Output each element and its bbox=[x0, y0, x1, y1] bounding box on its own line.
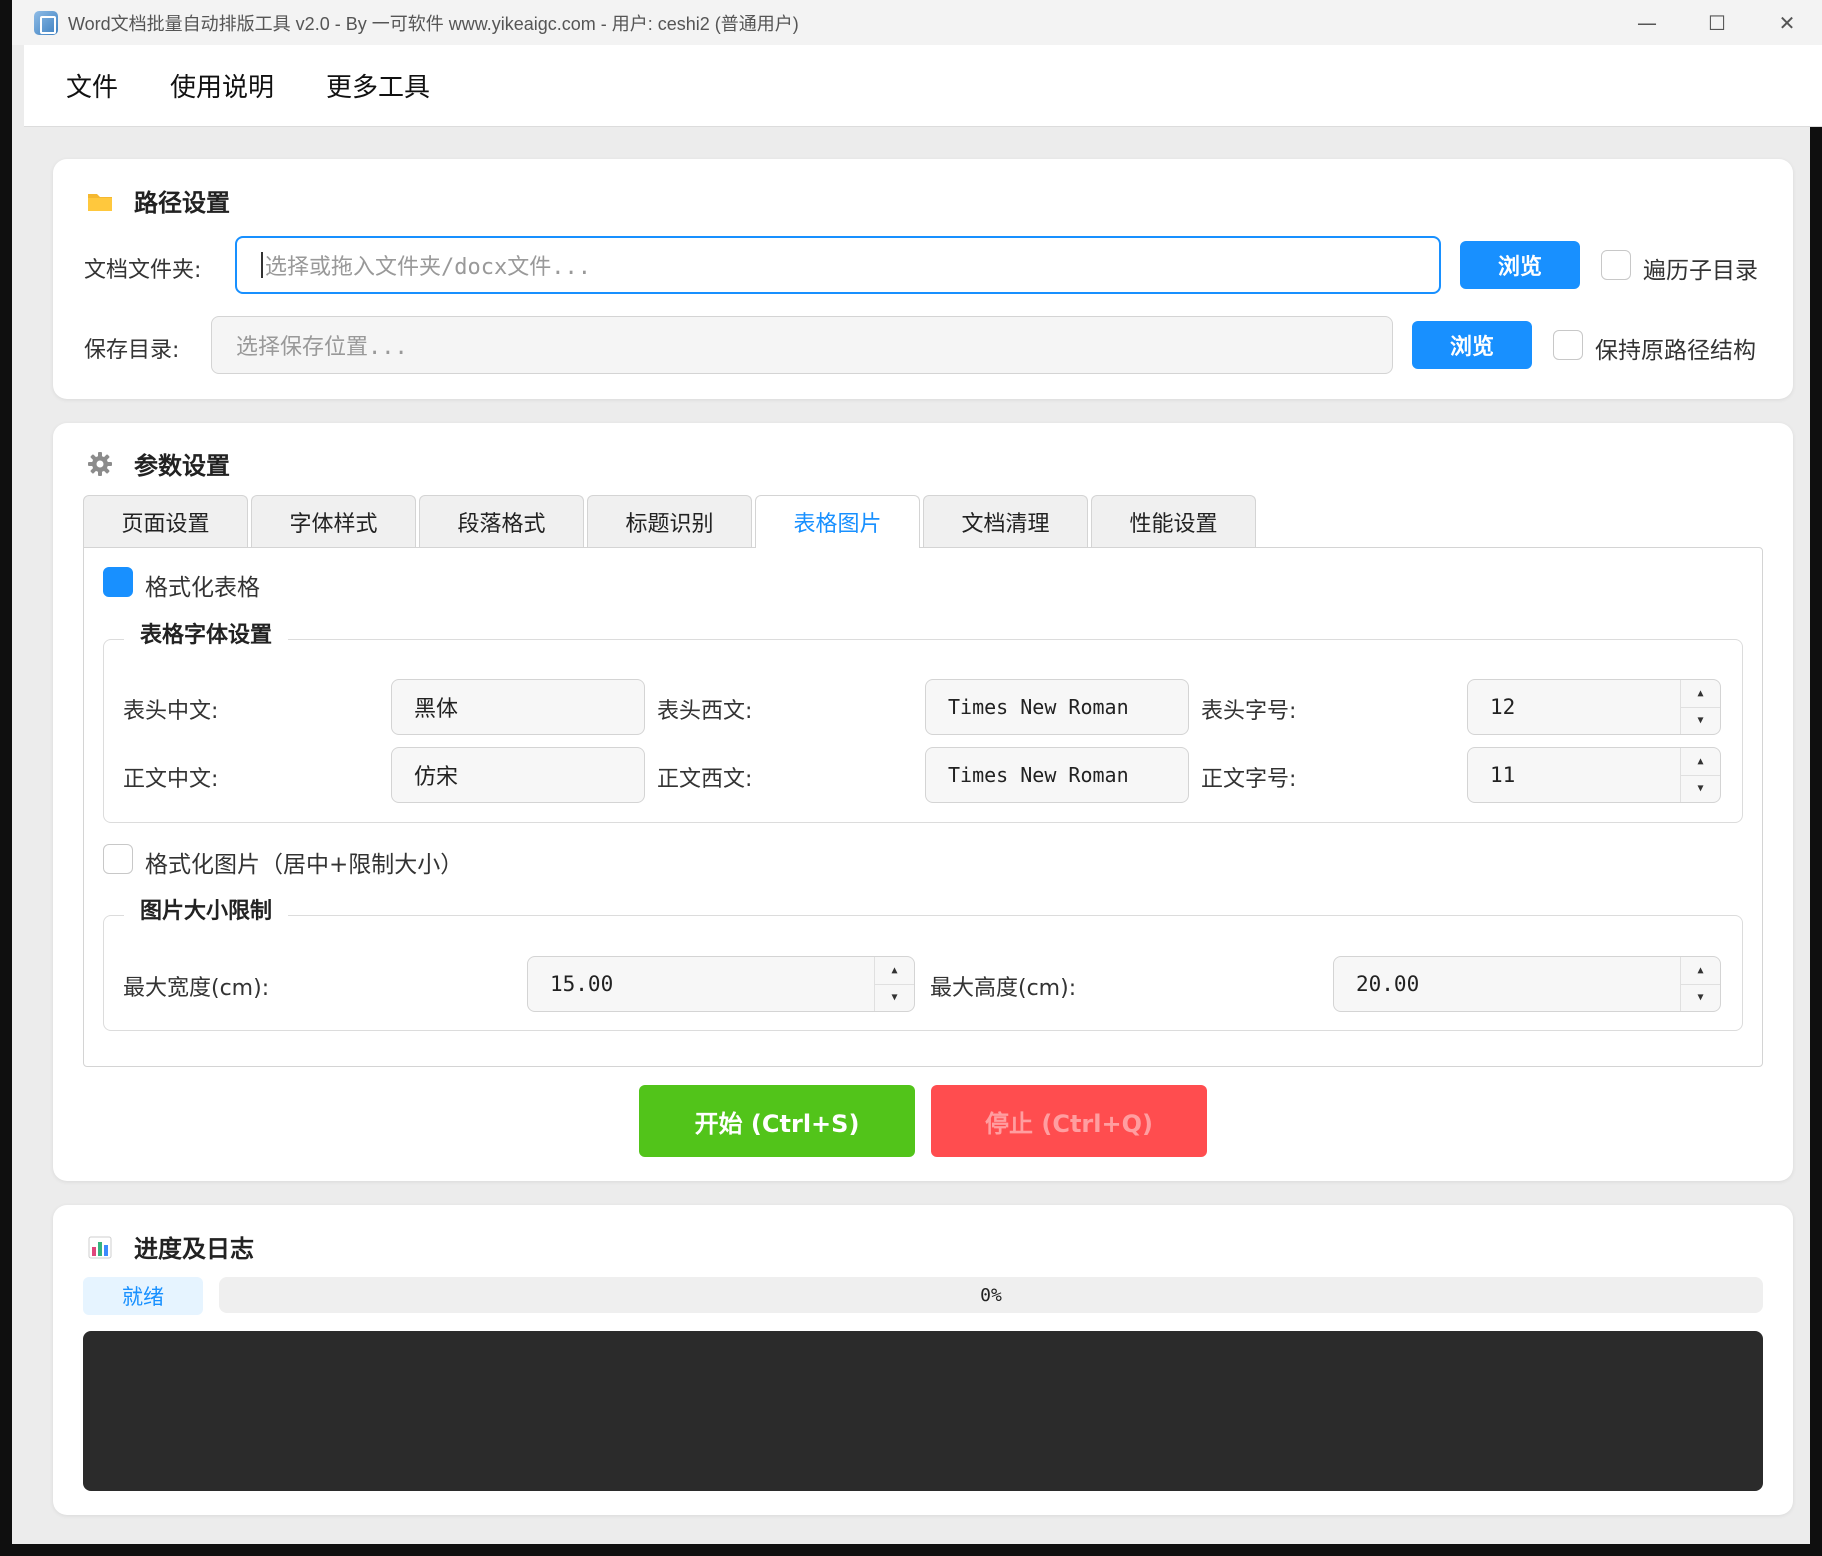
spin-down-icon[interactable]: ▼ bbox=[1681, 776, 1720, 803]
app-window: Word文档批量自动排版工具 v2.0 - By 一可软件 www.yikeai… bbox=[0, 0, 1822, 1556]
spin-buttons: ▲ ▼ bbox=[1680, 748, 1720, 802]
tab-doc-cleanup[interactable]: 文档清理 bbox=[923, 495, 1088, 547]
keep-structure-label: 保持原路径结构 bbox=[1595, 338, 1756, 364]
progress-heading: 进度及日志 bbox=[134, 1235, 254, 1263]
spin-up-icon[interactable]: ▲ bbox=[1681, 748, 1720, 776]
spin-down-icon[interactable]: ▼ bbox=[875, 985, 914, 1012]
body-size-spinbox[interactable]: 11 ▲ ▼ bbox=[1467, 747, 1721, 803]
maximize-button[interactable]: ☐ bbox=[1682, 0, 1752, 45]
header-west-label: 表头西文: bbox=[657, 699, 753, 724]
body-cn-label: 正文中文: bbox=[123, 767, 219, 792]
doc-folder-placeholder: 选择或拖入文件夹/docx文件... bbox=[265, 255, 591, 280]
browse-doc-folder-button[interactable]: 浏览 bbox=[1460, 241, 1580, 289]
tab-table-image[interactable]: 表格图片 bbox=[755, 495, 920, 548]
browse-save-dir-button[interactable]: 浏览 bbox=[1412, 321, 1532, 369]
menu-more-tools[interactable]: 更多工具 bbox=[300, 67, 456, 104]
header-cn-input[interactable]: 黑体 bbox=[391, 679, 645, 735]
spin-up-icon[interactable]: ▲ bbox=[1681, 680, 1720, 708]
header-size-spinbox[interactable]: 12 ▲ ▼ bbox=[1467, 679, 1721, 735]
params-heading: 参数设置 bbox=[134, 452, 230, 480]
max-width-spinbox[interactable]: 15.00 ▲ ▼ bbox=[527, 956, 915, 1012]
body-west-label: 正文西文: bbox=[657, 767, 753, 792]
body-cn-value: 仿宋 bbox=[414, 765, 459, 790]
table-font-group-title: 表格字体设置 bbox=[124, 617, 289, 649]
body-cn-input[interactable]: 仿宋 bbox=[391, 747, 645, 803]
menu-file[interactable]: 文件 bbox=[24, 67, 144, 104]
header-west-input[interactable]: Times New Roman bbox=[925, 679, 1189, 735]
body-west-input[interactable]: Times New Roman bbox=[925, 747, 1189, 803]
bar-chart-icon bbox=[88, 1236, 112, 1258]
spin-buttons: ▲ ▼ bbox=[1680, 957, 1720, 1011]
spin-up-icon[interactable]: ▲ bbox=[1681, 957, 1720, 985]
spin-down-icon[interactable]: ▼ bbox=[1681, 708, 1720, 735]
header-cn-label: 表头中文: bbox=[123, 699, 219, 724]
save-dir-placeholder: 选择保存位置... bbox=[236, 335, 408, 360]
menu-bar: 文件 使用说明 更多工具 bbox=[24, 45, 1822, 127]
spin-buttons: ▲ ▼ bbox=[874, 957, 914, 1011]
menu-help[interactable]: 使用说明 bbox=[144, 67, 300, 104]
minimize-button[interactable]: — bbox=[1612, 0, 1682, 45]
recursive-label: 遍历子目录 bbox=[1643, 258, 1758, 284]
body-size-label: 正文字号: bbox=[1201, 767, 1297, 792]
text-caret bbox=[261, 252, 263, 278]
folder-icon bbox=[88, 193, 112, 211]
header-size-label: 表头字号: bbox=[1201, 699, 1297, 724]
app-icon bbox=[34, 10, 58, 35]
log-output[interactable] bbox=[83, 1331, 1763, 1491]
max-height-value: 20.00 bbox=[1356, 972, 1420, 996]
max-height-spinbox[interactable]: 20.00 ▲ ▼ bbox=[1333, 956, 1721, 1012]
tab-page-setup[interactable]: 页面设置 bbox=[83, 495, 248, 547]
title-bar: Word文档批量自动排版工具 v2.0 - By 一可软件 www.yikeai… bbox=[12, 0, 1822, 45]
tab-heading-detect[interactable]: 标题识别 bbox=[587, 495, 752, 547]
path-settings-heading: 路径设置 bbox=[134, 189, 230, 217]
progress-text: 0% bbox=[980, 1284, 1002, 1306]
stop-button[interactable]: 停止 (Ctrl+Q) bbox=[931, 1085, 1207, 1157]
max-width-label: 最大宽度(cm): bbox=[123, 976, 270, 1001]
max-height-label: 最大高度(cm): bbox=[930, 976, 1077, 1001]
status-badge: 就绪 bbox=[83, 1277, 203, 1315]
progress-bar: 0% bbox=[219, 1277, 1763, 1313]
format-table-label: 格式化表格 bbox=[145, 575, 260, 601]
spin-buttons: ▲ ▼ bbox=[1680, 680, 1720, 734]
path-settings-title: 路径设置 bbox=[86, 183, 230, 218]
format-image-label: 格式化图片（居中+限制大小） bbox=[145, 852, 464, 878]
tab-paragraph[interactable]: 段落格式 bbox=[419, 495, 584, 547]
keep-structure-checkbox[interactable] bbox=[1553, 330, 1583, 360]
body-west-value: Times New Roman bbox=[948, 763, 1129, 787]
doc-folder-label: 文档文件夹: bbox=[84, 258, 202, 283]
window-title: Word文档批量自动排版工具 v2.0 - By 一可软件 www.yikeai… bbox=[68, 13, 799, 34]
recursive-checkbox[interactable] bbox=[1601, 250, 1631, 280]
header-size-value: 12 bbox=[1490, 695, 1516, 719]
start-button[interactable]: 开始 (Ctrl+S) bbox=[639, 1085, 915, 1157]
max-width-value: 15.00 bbox=[550, 972, 614, 996]
header-cn-value: 黑体 bbox=[414, 697, 459, 722]
body-size-value: 11 bbox=[1490, 763, 1516, 787]
gear-icon bbox=[88, 451, 112, 476]
close-button[interactable]: ✕ bbox=[1752, 0, 1822, 45]
tab-performance[interactable]: 性能设置 bbox=[1091, 495, 1256, 547]
save-dir-input[interactable]: 选择保存位置... bbox=[211, 316, 1393, 374]
doc-folder-input[interactable]: 选择或拖入文件夹/docx文件... bbox=[235, 236, 1441, 294]
spin-down-icon[interactable]: ▼ bbox=[1681, 985, 1720, 1012]
progress-title: 进度及日志 bbox=[86, 1229, 254, 1264]
format-image-checkbox[interactable] bbox=[103, 844, 133, 874]
tab-font-style[interactable]: 字体样式 bbox=[251, 495, 416, 547]
header-west-value: Times New Roman bbox=[948, 695, 1129, 719]
spin-up-icon[interactable]: ▲ bbox=[875, 957, 914, 985]
format-table-checkbox[interactable] bbox=[103, 567, 133, 597]
image-size-group-title: 图片大小限制 bbox=[124, 893, 289, 925]
save-dir-label: 保存目录: bbox=[84, 338, 180, 363]
params-title: 参数设置 bbox=[86, 446, 230, 481]
